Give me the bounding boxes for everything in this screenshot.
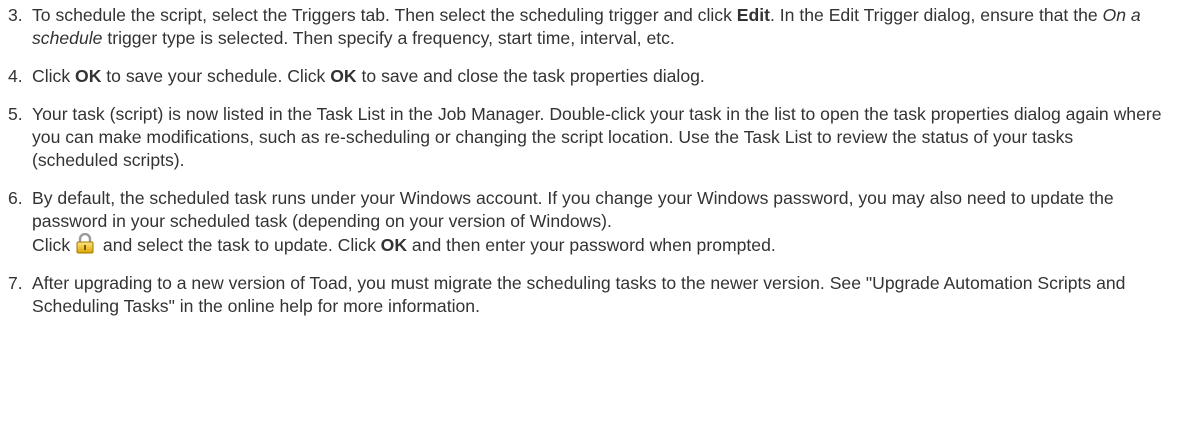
- edit-keyword: Edit: [736, 5, 771, 25]
- text-run: trigger type is selected. Then specify a…: [102, 28, 675, 48]
- step-number: 7.: [8, 273, 23, 293]
- step-text: By default, the scheduled task runs unde…: [32, 188, 1114, 255]
- step-6: 6. By default, the scheduled task runs u…: [0, 187, 1178, 257]
- step-number: 3.: [8, 5, 23, 25]
- text-run: and then enter your password when prompt…: [407, 235, 776, 255]
- step-7: 7. After upgrading to a new version of T…: [0, 272, 1178, 318]
- step-number: 6.: [8, 188, 23, 208]
- ok-keyword: OK: [75, 66, 102, 86]
- step-number: 5.: [8, 104, 23, 124]
- step-text: After upgrading to a new version of Toad…: [32, 273, 1126, 316]
- text-run: to save and close the task properties di…: [356, 66, 705, 86]
- text-run: Click: [32, 235, 76, 255]
- step-3: 3. To schedule the script, select the Tr…: [0, 4, 1178, 50]
- text-run: to save your schedule. Click: [101, 66, 331, 86]
- text-run: By default, the scheduled task runs unde…: [32, 188, 1114, 231]
- step-text: Click OK to save your schedule. Click OK…: [32, 66, 705, 86]
- step-text: To schedule the script, select the Trigg…: [32, 5, 1141, 48]
- lock-icon[interactable]: [75, 232, 95, 254]
- step-number: 4.: [8, 66, 23, 86]
- text-run: To schedule the script, select the Trigg…: [32, 5, 737, 25]
- step-5: 5. Your task (script) is now listed in t…: [0, 103, 1178, 172]
- step-4: 4. Click OK to save your schedule. Click…: [0, 65, 1178, 88]
- text-run: Click: [32, 66, 76, 86]
- ok-keyword: OK: [330, 66, 357, 86]
- text-run: . In the Edit Trigger dialog, ensure tha…: [770, 5, 1103, 25]
- text-run: and select the task to update. Click: [98, 235, 381, 255]
- ok-keyword: OK: [380, 235, 408, 255]
- steps-list: 3. To schedule the script, select the Tr…: [0, 0, 1178, 318]
- step-text: Your task (script) is now listed in the …: [32, 104, 1162, 170]
